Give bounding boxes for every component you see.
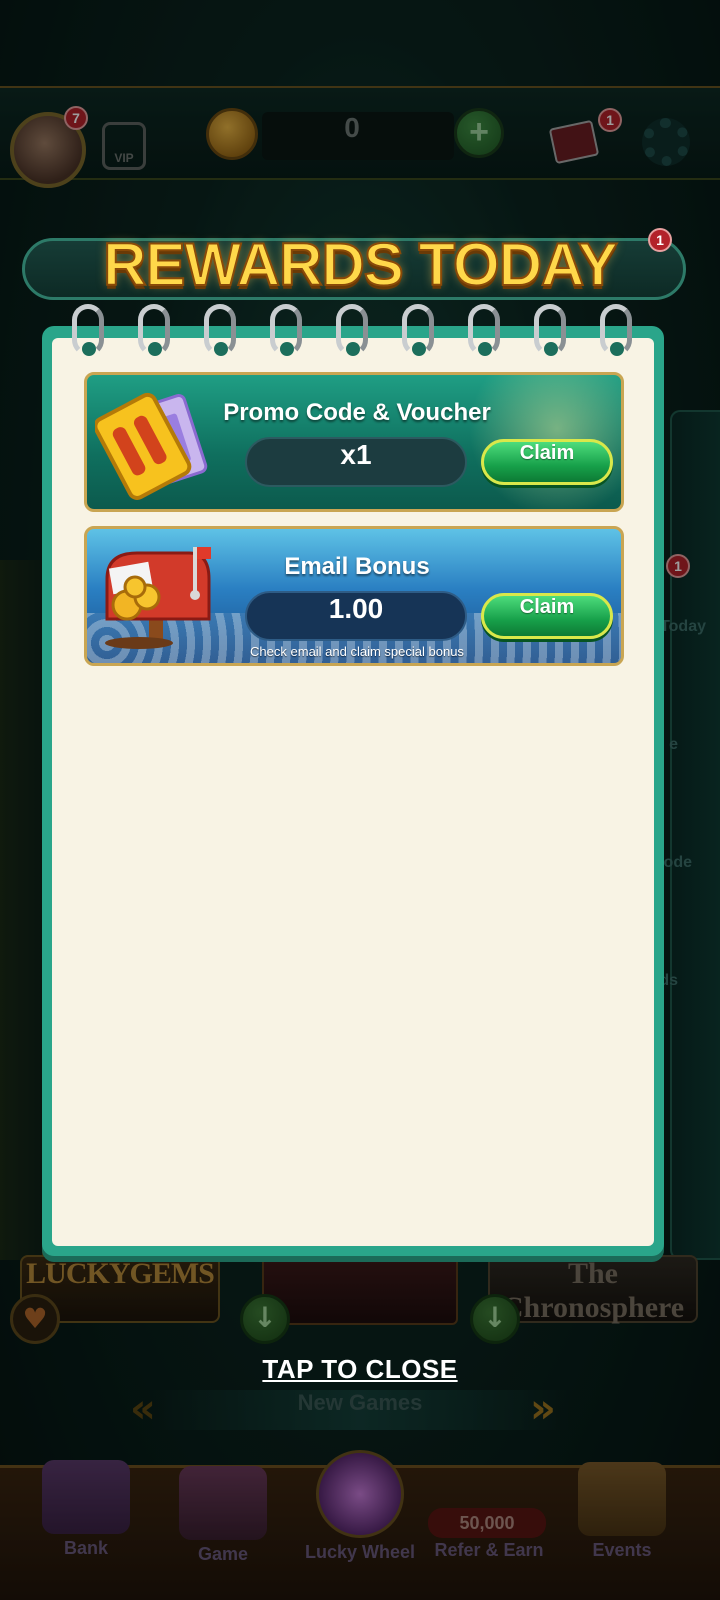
reward-card-promo-code: Promo Code & Voucher x1 Claim: [84, 372, 624, 512]
tap-to-close-button[interactable]: TAP TO CLOSE: [0, 1354, 720, 1385]
voucher-ticket-icon: [95, 392, 208, 500]
reward-card-email-bonus: Email Bonus 1.00 Claim Check email and c…: [84, 526, 624, 666]
spiral-ring: [600, 304, 632, 356]
spiral-ring: [72, 304, 104, 356]
modal-title: REWARDS TODAY: [102, 230, 619, 299]
spiral-ring: [270, 304, 302, 356]
spiral-ring: [534, 304, 566, 356]
reward-subtitle: Check email and claim special bonus: [250, 644, 464, 659]
reward-title: Promo Code & Voucher: [223, 399, 491, 426]
reward-value: x1: [245, 437, 467, 487]
reward-title: Email Bonus: [284, 553, 430, 580]
claim-email-bonus-button[interactable]: Claim: [481, 593, 613, 639]
title-notification-badge: 1: [648, 228, 672, 252]
spiral-ring: [336, 304, 368, 356]
spiral-ring: [204, 304, 236, 356]
spiral-ring: [468, 304, 500, 356]
spiral-ring: [138, 304, 170, 356]
mailbox-icon: [105, 547, 211, 649]
spiral-ring: [402, 304, 434, 356]
reward-value: 1.00: [245, 591, 467, 641]
claim-promo-button[interactable]: Claim: [481, 439, 613, 485]
